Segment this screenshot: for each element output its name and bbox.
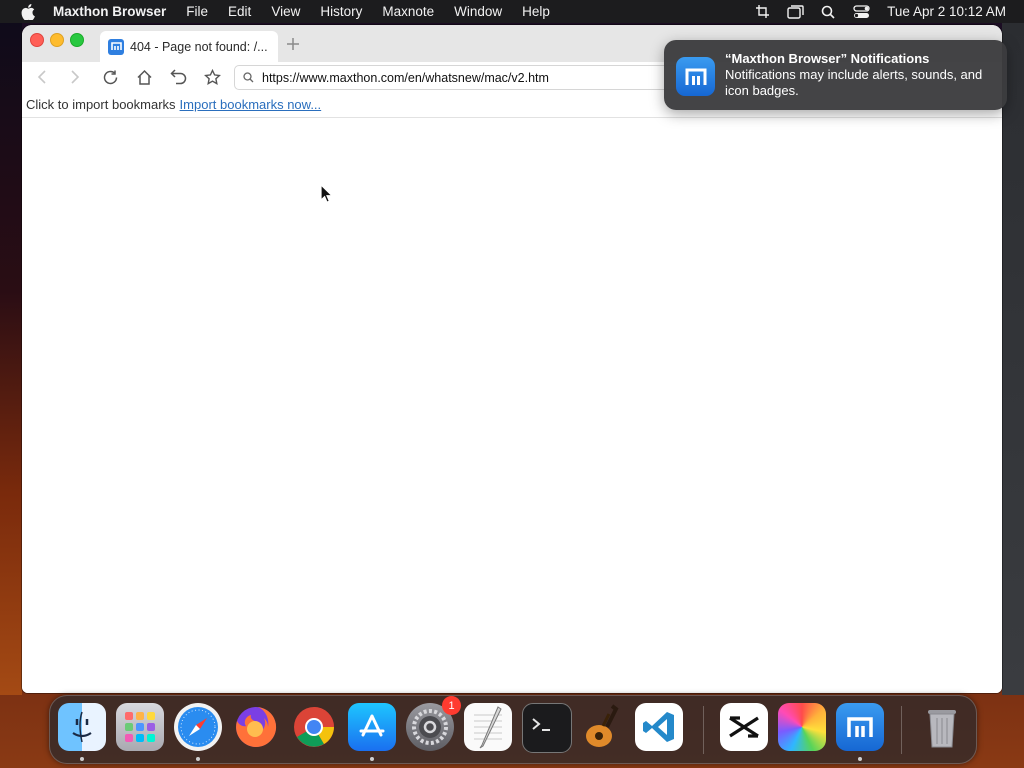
launchpad-icon[interactable] [116,703,164,751]
forward-arrow-icon[interactable] [64,66,86,88]
page-content-area[interactable] [22,118,1002,693]
bookmark-star-icon[interactable] [201,66,223,88]
mouse-pointer-icon [320,183,334,204]
control-center-icon[interactable] [852,3,870,21]
terminal-icon[interactable] [522,703,572,753]
tab-title: 404 - Page not found: /... [130,39,268,54]
firefox-icon[interactable] [232,703,280,751]
finder-running-indicator [80,757,84,761]
notification-banner[interactable]: “Maxthon Browser” Notifications Notifica… [664,40,1007,110]
finder-icon[interactable] [58,703,106,751]
screenshot-crop-icon[interactable] [753,3,771,21]
color-wheel-app-icon[interactable] [778,703,826,751]
safari-icon[interactable] [174,703,222,751]
browser-window: 404 - Page not found: /... https://www.m… [22,25,1002,693]
trash-icon[interactable] [918,703,966,751]
maxthon-favicon-icon [108,38,124,55]
search-icon [241,71,255,85]
textedit-icon[interactable] [464,703,512,751]
import-bookmarks-prompt: Click to import bookmarks [26,97,176,112]
menu-bar: Maxthon Browser File Edit View History M… [0,0,1024,23]
back-arrow-icon[interactable] [31,66,53,88]
maxthon-dock-icon[interactable] [836,703,884,751]
menu-window[interactable]: Window [454,4,502,19]
window-minimize-button[interactable] [50,33,64,47]
window-zoom-button[interactable] [70,33,84,47]
menu-bar-status-area: Tue Apr 2 10:12 AM [753,0,1024,23]
menu-app-name[interactable]: Maxthon Browser [53,4,166,19]
new-tab-plus-icon[interactable] [284,35,302,53]
menu-edit[interactable]: Edit [228,4,251,19]
menu-view[interactable]: View [271,4,300,19]
safari-running-indicator [196,757,200,761]
spotlight-search-icon[interactable] [819,3,837,21]
system-settings-icon[interactable]: 1 [406,696,461,751]
app-store-icon[interactable] [348,703,396,751]
home-icon[interactable] [133,66,155,88]
screen-mirroring-icon[interactable] [786,3,804,21]
menu-maxnote[interactable]: Maxnote [382,4,434,19]
address-bar[interactable]: https://www.maxthon.com/en/whatsnew/mac/… [234,65,696,90]
tab-active[interactable]: 404 - Page not found: /... [100,31,278,62]
desktop-background-right [1002,23,1024,695]
notification-body: Notifications may include alerts, sounds… [725,67,983,98]
desktop-wallpaper-left [0,23,22,695]
import-bookmarks-link[interactable]: Import bookmarks now... [180,97,322,112]
chrome-icon[interactable] [290,703,338,751]
window-close-button[interactable] [30,33,44,47]
dock: 1 [49,695,977,764]
undo-close-tab-icon[interactable] [167,66,189,88]
menu-bar-clock[interactable]: Tue Apr 2 10:12 AM [887,4,1006,19]
notification-title: “Maxthon Browser” Notifications [725,51,930,66]
vscode-icon[interactable] [635,703,683,751]
system-settings-badge: 1 [442,696,461,715]
garageband-icon[interactable] [580,703,628,751]
address-bar-url[interactable]: https://www.maxthon.com/en/whatsnew/mac/… [262,71,549,85]
menu-file[interactable]: File [186,4,208,19]
menu-history[interactable]: History [320,4,362,19]
reload-icon[interactable] [99,66,121,88]
app-store-running-indicator [370,757,374,761]
apple-menu-icon[interactable] [17,1,39,23]
capcut-icon[interactable] [720,703,768,751]
menu-help[interactable]: Help [522,4,550,19]
maxthon-running-indicator [858,757,862,761]
dock-separator-trash [901,706,902,754]
maxthon-app-icon [676,57,715,96]
dock-separator [703,706,704,754]
